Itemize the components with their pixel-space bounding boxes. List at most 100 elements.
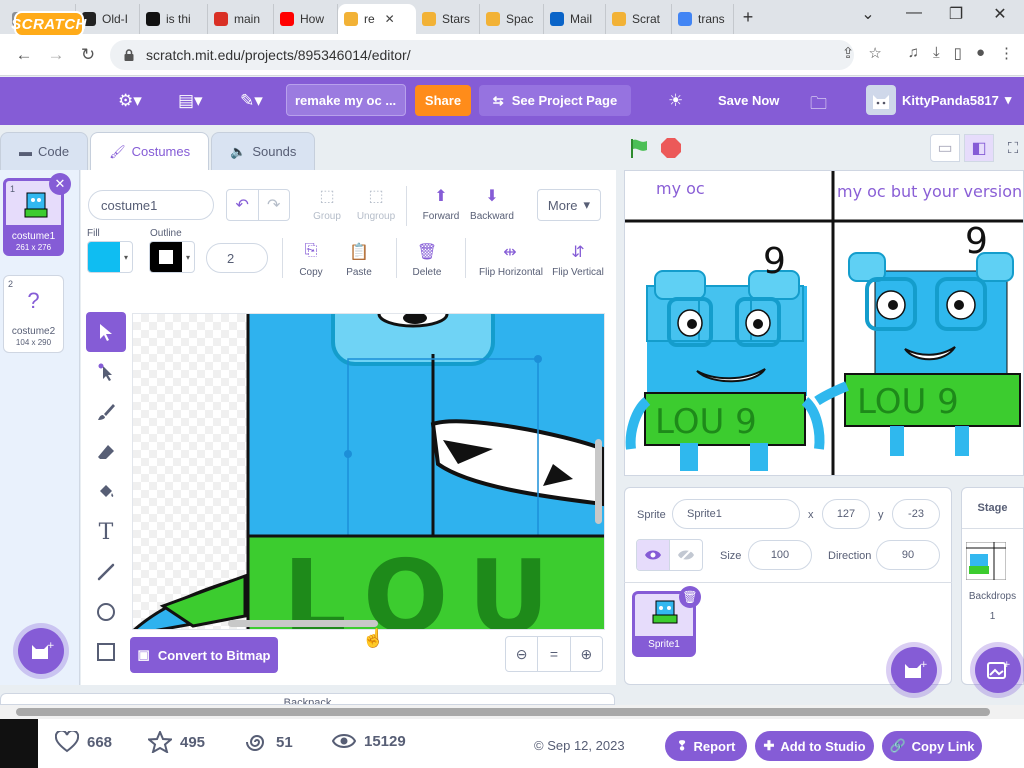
green-flag-icon[interactable] bbox=[628, 137, 650, 164]
new-tab-button[interactable]: + bbox=[734, 7, 762, 28]
trash-icon[interactable]: 🗑 bbox=[414, 242, 440, 262]
media-icon[interactable]: ♫ bbox=[908, 44, 919, 62]
reload-icon[interactable]: ↻ bbox=[72, 45, 104, 65]
line-tool[interactable] bbox=[86, 552, 126, 592]
fill-color-picker[interactable]: ▾ bbox=[87, 241, 133, 273]
direction-input[interactable]: 90 bbox=[876, 540, 940, 570]
download-icon[interactable]: ⤓ bbox=[933, 44, 940, 62]
browser-tab[interactable]: Stars bbox=[416, 4, 480, 34]
small-stage-button[interactable]: ▭ bbox=[930, 134, 960, 162]
sprite-tile-sprite1[interactable]: Sprite1 🗑 bbox=[632, 586, 701, 657]
sidebar-icon[interactable]: ▯ bbox=[954, 44, 962, 62]
bookmark-star-icon[interactable]: ☆ bbox=[868, 44, 881, 62]
back-icon[interactable]: ← bbox=[8, 45, 40, 65]
minimize-icon[interactable]: — bbox=[894, 4, 934, 22]
choose-sprite-button[interactable]: + bbox=[891, 647, 937, 693]
costume-name-input[interactable]: costume1 bbox=[88, 190, 214, 220]
choose-costume-button[interactable]: + bbox=[18, 628, 64, 674]
x-input[interactable]: 127 bbox=[822, 499, 870, 529]
size-input[interactable]: 100 bbox=[748, 540, 812, 570]
select-tool[interactable] bbox=[86, 312, 126, 352]
outline-width-input[interactable]: 2 bbox=[206, 243, 268, 273]
share-button[interactable]: Share bbox=[415, 85, 471, 116]
circle-tool[interactable] bbox=[86, 592, 126, 632]
scratch-logo[interactable]: SCRATCH bbox=[11, 11, 86, 37]
sprite-name-input[interactable]: Sprite1 bbox=[672, 499, 800, 529]
hide-eye-icon[interactable] bbox=[670, 540, 702, 570]
forward-icon[interactable]: ⬆ bbox=[428, 186, 454, 206]
profile-icon[interactable]: ● bbox=[976, 44, 985, 62]
brush-tool[interactable] bbox=[86, 392, 126, 432]
close-window-icon[interactable]: ✕ bbox=[980, 4, 1020, 24]
browser-tab[interactable]: is thi bbox=[140, 4, 208, 34]
paint-canvas[interactable]: LOU bbox=[132, 313, 605, 630]
save-now-button[interactable]: Save Now bbox=[718, 93, 779, 108]
url-field[interactable]: scratch.mit.edu/projects/895346014/edito… bbox=[110, 40, 854, 70]
zoom-out-icon[interactable]: ⊖ bbox=[506, 637, 539, 671]
text-tool[interactable]: T bbox=[86, 512, 126, 552]
report-button[interactable]: ❢ Report bbox=[665, 731, 747, 761]
large-stage-button[interactable]: ◧ bbox=[964, 134, 994, 162]
stop-icon[interactable] bbox=[660, 137, 682, 164]
share-page-icon[interactable]: ⇪ bbox=[842, 44, 855, 62]
my-stuff-folder-icon[interactable]: 🗀 bbox=[810, 91, 827, 120]
browser-tab[interactable]: main bbox=[208, 4, 274, 34]
horizontal-scrollbar[interactable] bbox=[0, 705, 1024, 719]
stage[interactable]: LOU 9 9 LOU 9 9 bbox=[624, 170, 1024, 476]
more-dropdown[interactable]: More ▾ bbox=[537, 189, 601, 221]
choose-backdrop-button[interactable]: + bbox=[975, 647, 1021, 693]
file-menu-icon[interactable]: ▤▾ bbox=[178, 91, 203, 111]
edit-menu-icon[interactable]: ✎▾ bbox=[240, 91, 263, 111]
browser-tab[interactable]: re ✕ bbox=[338, 4, 416, 34]
group-icon[interactable]: ⬚ bbox=[314, 186, 340, 206]
outline-color-picker[interactable]: ▾ bbox=[149, 241, 195, 273]
delete-costume-icon[interactable]: ✕ bbox=[49, 173, 71, 195]
fullscreen-icon[interactable]: ⛶ bbox=[1002, 134, 1024, 162]
costume-tile-1[interactable]: 1 costume1 261 x 276 ✕ bbox=[3, 173, 71, 256]
browser-menu-icon[interactable]: ⋮ bbox=[999, 44, 1014, 62]
tab-costumes[interactable]: 🖌 Costumes bbox=[90, 132, 210, 170]
backpack[interactable]: Backpack bbox=[0, 693, 615, 705]
settings-gear-icon[interactable]: ⚙▾ bbox=[118, 91, 142, 111]
rectangle-tool[interactable] bbox=[86, 632, 126, 672]
costume-tile-2[interactable]: 2 ? costume2 104 x 290 bbox=[3, 275, 64, 353]
reshape-tool[interactable] bbox=[86, 352, 126, 392]
fill-tool[interactable] bbox=[86, 472, 126, 512]
tutorials-lightbulb-icon[interactable]: ☀ bbox=[668, 91, 683, 111]
zoom-in-icon[interactable]: ⊕ bbox=[571, 637, 602, 671]
y-input[interactable]: -23 bbox=[892, 499, 940, 529]
favorite-stat[interactable]: 495 bbox=[148, 731, 205, 753]
browser-tab[interactable]: Scrat bbox=[606, 4, 672, 34]
maximize-icon[interactable]: ❐ bbox=[936, 4, 976, 24]
see-project-page-button[interactable]: ⇆ See Project Page bbox=[479, 85, 631, 116]
convert-to-bitmap-button[interactable]: ▣ Convert to Bitmap bbox=[130, 637, 278, 673]
copy-icon[interactable]: ⎘ bbox=[298, 242, 324, 260]
copy-link-button[interactable]: 🔗 Copy Link bbox=[882, 731, 982, 761]
project-title-input[interactable]: remake my oc ... bbox=[286, 84, 406, 116]
flip-vertical-label: Flip Vertical bbox=[552, 267, 604, 278]
eraser-tool[interactable] bbox=[86, 432, 126, 472]
close-tab-icon[interactable]: ✕ bbox=[385, 12, 395, 26]
browser-tab[interactable]: trans bbox=[672, 4, 734, 34]
forward-icon[interactable]: → bbox=[40, 45, 72, 65]
browser-tab[interactable]: Mail bbox=[544, 4, 606, 34]
user-menu[interactable]: KittyPanda5817 ▾ bbox=[866, 85, 1011, 115]
delete-sprite-icon[interactable]: 🗑 bbox=[679, 586, 701, 608]
username: KittyPanda5817 bbox=[902, 92, 999, 108]
backward-icon[interactable]: ⬇ bbox=[479, 186, 505, 206]
browser-tab[interactable]: How bbox=[274, 4, 338, 34]
flip-vertical-icon[interactable]: ⇵ bbox=[565, 242, 591, 262]
flip-horizontal-icon[interactable]: ⇹ bbox=[497, 242, 523, 262]
love-stat[interactable]: 668 bbox=[55, 731, 112, 753]
tab-code[interactable]: ▬ Code bbox=[0, 132, 89, 170]
show-eye-icon[interactable] bbox=[637, 540, 670, 570]
zoom-reset-icon[interactable]: = bbox=[538, 637, 571, 671]
add-to-studio-button[interactable]: ✚ Add to Studio bbox=[755, 731, 874, 761]
tab-sounds[interactable]: 🔈 Sounds bbox=[211, 132, 316, 170]
redo-icon[interactable]: ↷ bbox=[259, 190, 290, 220]
undo-icon[interactable]: ↶ bbox=[227, 190, 259, 220]
browser-tab[interactable]: Spac bbox=[480, 4, 544, 34]
paste-icon[interactable]: 📋 bbox=[346, 242, 372, 262]
tab-search-icon[interactable]: ⌄ bbox=[848, 4, 888, 24]
ungroup-icon[interactable]: ⬚ bbox=[363, 186, 389, 206]
